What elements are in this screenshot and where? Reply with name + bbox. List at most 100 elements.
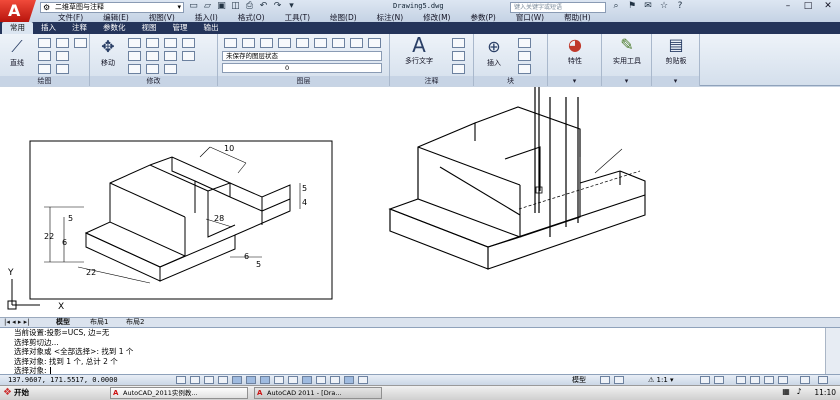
model-space-label[interactable]: 模型 bbox=[572, 375, 586, 385]
layer-previous-icon[interactable] bbox=[350, 38, 363, 48]
layer-isolate-icon[interactable] bbox=[260, 38, 273, 48]
clipboard-panel-dropdown[interactable]: ▾ bbox=[652, 76, 699, 86]
workspace-switch-icon[interactable] bbox=[736, 376, 746, 384]
rotate-icon[interactable] bbox=[128, 38, 141, 48]
subscription-icon[interactable]: ⚑ bbox=[626, 1, 638, 11]
spline-icon[interactable] bbox=[74, 38, 87, 48]
layers-panel-title[interactable]: 图层 bbox=[218, 76, 389, 86]
volume-icon[interactable]: ♪ bbox=[794, 387, 804, 396]
create-block-icon[interactable] bbox=[518, 38, 531, 48]
command-window[interactable]: 当前设置:投影=UCS, 边=无 选择剪切边... 选择对象或 <全部选择>: … bbox=[0, 327, 840, 375]
save-icon[interactable]: ▣ bbox=[216, 1, 227, 12]
tab-model[interactable]: 模型 bbox=[56, 318, 70, 327]
edit-block-icon[interactable] bbox=[518, 51, 531, 61]
help-icon[interactable]: ? bbox=[674, 1, 686, 11]
block-panel-title[interactable]: 块 bbox=[474, 76, 547, 86]
arc-icon[interactable] bbox=[38, 51, 51, 61]
grid-toggle[interactable] bbox=[204, 376, 214, 384]
command-scrollbar[interactable] bbox=[825, 328, 840, 374]
saveas-icon[interactable]: ◫ bbox=[230, 1, 241, 12]
layer-state-icon[interactable] bbox=[242, 38, 255, 48]
draw-panel-title[interactable]: 绘图 bbox=[0, 76, 89, 86]
tab-home[interactable]: 常用 bbox=[2, 22, 33, 34]
stretch-icon[interactable] bbox=[182, 51, 195, 61]
quick-view-drawings-icon[interactable] bbox=[614, 376, 624, 384]
layer-walk-icon[interactable] bbox=[368, 38, 381, 48]
otrack-toggle[interactable] bbox=[274, 376, 284, 384]
mtext-button[interactable]: A 多行文字 bbox=[396, 35, 442, 66]
offset-icon[interactable] bbox=[164, 64, 177, 74]
infer-constraints-toggle[interactable] bbox=[176, 376, 186, 384]
utilities-button[interactable]: ✎ 实用工具 bbox=[604, 36, 650, 66]
ortho-toggle[interactable] bbox=[218, 376, 228, 384]
leader-icon[interactable] bbox=[452, 51, 465, 61]
tab-annotate[interactable]: 注释 bbox=[64, 22, 95, 34]
favorites-icon[interactable]: ☆ bbox=[658, 1, 670, 11]
3dosnap-toggle[interactable] bbox=[260, 376, 270, 384]
open-icon[interactable]: ▱ bbox=[202, 1, 213, 12]
ellipse-icon[interactable] bbox=[38, 64, 51, 74]
polar-toggle[interactable] bbox=[232, 376, 242, 384]
start-button[interactable]: 开始 bbox=[2, 387, 29, 399]
layer-lock-icon[interactable] bbox=[314, 38, 327, 48]
hardware-acceleration-icon[interactable] bbox=[764, 376, 774, 384]
table-icon[interactable] bbox=[452, 64, 465, 74]
trim-icon[interactable] bbox=[146, 38, 159, 48]
tab-layout2[interactable]: 布局2 bbox=[126, 318, 144, 327]
scale-icon[interactable] bbox=[128, 64, 141, 74]
tab-layout1[interactable]: 布局1 bbox=[90, 318, 108, 327]
qat-dropdown-icon[interactable]: ▾ bbox=[286, 1, 297, 12]
annotation-panel-title[interactable]: 注释 bbox=[390, 76, 473, 86]
lwt-toggle[interactable] bbox=[316, 376, 326, 384]
array-icon[interactable] bbox=[146, 64, 159, 74]
taskbar-app[interactable]: AutoCAD_2011实例教... bbox=[110, 387, 248, 399]
insert-block-button[interactable]: ⊕ 插入 bbox=[480, 38, 508, 68]
communication-icon[interactable]: ✉ bbox=[642, 1, 654, 11]
attribute-icon[interactable] bbox=[518, 64, 531, 74]
auto-scale-icon[interactable] bbox=[714, 376, 724, 384]
tab-output[interactable]: 输出 bbox=[196, 22, 227, 34]
minimize-icon[interactable]: – bbox=[780, 1, 796, 12]
maximize-icon[interactable]: □ bbox=[800, 1, 816, 12]
new-icon[interactable]: ▭ bbox=[188, 1, 199, 12]
properties-button[interactable]: ◕ 特性 bbox=[554, 36, 596, 66]
current-layer-dropdown[interactable]: 0 bbox=[222, 63, 382, 73]
plot-icon[interactable]: ⎙ bbox=[244, 1, 255, 12]
ducs-toggle[interactable] bbox=[288, 376, 298, 384]
tpy-toggle[interactable] bbox=[330, 376, 340, 384]
status-menu-icon[interactable] bbox=[800, 376, 810, 384]
layer-off-icon[interactable] bbox=[296, 38, 309, 48]
hatch-icon[interactable] bbox=[56, 64, 69, 74]
drawing-canvas[interactable]: 10 28 5 22 6 6 5 4 22 5 Y X bbox=[0, 87, 840, 317]
tab-manage[interactable]: 管理 bbox=[165, 22, 196, 34]
explode-icon[interactable] bbox=[164, 51, 177, 61]
redo-icon[interactable]: ↷ bbox=[272, 1, 283, 12]
layer-properties-icon[interactable] bbox=[224, 38, 237, 48]
utilities-panel-dropdown[interactable]: ▾ bbox=[602, 76, 651, 86]
isolate-objects-icon[interactable] bbox=[778, 376, 788, 384]
search-icon[interactable]: ⌕ bbox=[610, 1, 622, 11]
snap-toggle[interactable] bbox=[190, 376, 200, 384]
tab-view[interactable]: 视图 bbox=[134, 22, 165, 34]
autocad-logo-button[interactable] bbox=[0, 0, 36, 22]
clipboard-button[interactable]: ▤ 剪贴板 bbox=[656, 36, 696, 66]
tab-parametric[interactable]: 参数化 bbox=[95, 22, 134, 34]
polyline-icon[interactable] bbox=[38, 38, 51, 48]
annotation-visibility-icon[interactable] bbox=[700, 376, 710, 384]
layout-nav-icon[interactable]: |◂ ◂ ▸ ▸| bbox=[4, 318, 29, 327]
lock-icon[interactable] bbox=[750, 376, 760, 384]
rectangle-icon[interactable] bbox=[56, 51, 69, 61]
quick-view-layouts-icon[interactable] bbox=[600, 376, 610, 384]
network-icon[interactable]: ▦ bbox=[781, 387, 791, 396]
clean-screen-icon[interactable] bbox=[818, 376, 828, 384]
coordinates-readout[interactable]: 137.9607, 171.5517, 0.0000 bbox=[8, 375, 118, 385]
layer-match-icon[interactable] bbox=[332, 38, 345, 48]
layer-freeze-icon[interactable] bbox=[278, 38, 291, 48]
move-button[interactable]: ✥ 移动 bbox=[94, 38, 122, 68]
fillet-icon[interactable] bbox=[146, 51, 159, 61]
copy-icon[interactable] bbox=[182, 38, 195, 48]
sc-toggle[interactable] bbox=[358, 376, 368, 384]
line-button[interactable]: ⟋ 直线 bbox=[4, 38, 30, 68]
properties-panel-dropdown[interactable]: ▾ bbox=[548, 76, 601, 86]
osnap-toggle[interactable] bbox=[246, 376, 256, 384]
